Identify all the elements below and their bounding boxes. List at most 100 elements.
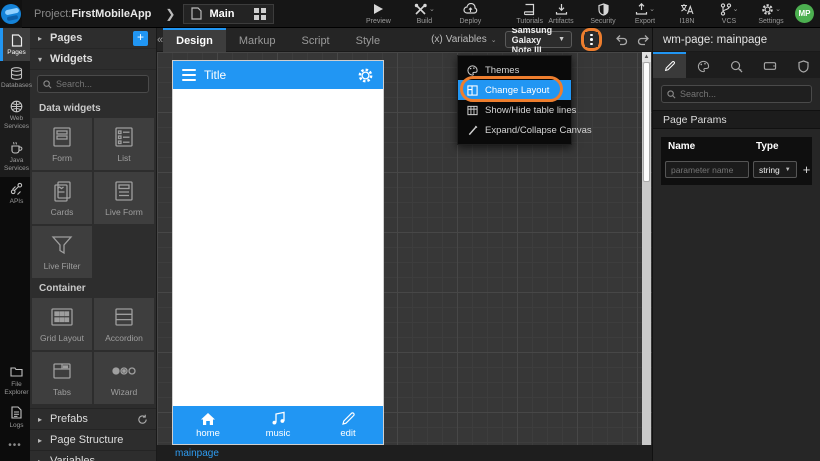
play-icon	[373, 2, 384, 16]
phone-preview[interactable]: Title home music edit	[172, 60, 384, 445]
expand-arrow-icon: ▾	[38, 55, 50, 64]
widget-tile-cards[interactable]: Cards	[32, 172, 92, 224]
widget-tile-wizard[interactable]: Wizard	[94, 352, 154, 404]
add-param-button[interactable]: +	[803, 162, 811, 177]
tab-markup[interactable]: Markup	[226, 28, 289, 52]
preview-button[interactable]: Preview	[360, 2, 396, 25]
more-options-icon[interactable]: •••	[0, 434, 30, 457]
tab-style[interactable]: Style	[343, 28, 393, 52]
deploy-button[interactable]: Deploy	[452, 2, 488, 25]
cloud-upload-icon	[463, 2, 478, 16]
rail-item-pages[interactable]: Pages	[0, 28, 30, 61]
table-lines-icon	[467, 105, 478, 116]
settings-button[interactable]: ⌄ Settings	[753, 2, 789, 25]
properties-search-input[interactable]	[680, 89, 800, 99]
redo-icon[interactable]	[637, 34, 651, 46]
kebab-menu-annotation	[581, 28, 602, 51]
phone-title: Title	[204, 68, 349, 82]
tab-device[interactable]	[753, 52, 786, 78]
rail-item-databases[interactable]: Databases	[0, 61, 30, 94]
rail-item-java-services[interactable]: Java Services	[0, 136, 30, 177]
tutorials-button[interactable]: Tutorials	[516, 2, 543, 25]
database-icon	[10, 66, 23, 80]
widget-tile-grid-layout[interactable]: Grid Layout	[32, 298, 92, 350]
properties-tabs	[653, 52, 820, 78]
menu-item-change-layout[interactable]: Change Layout	[458, 80, 571, 100]
group-title-data-widgets: Data widgets	[30, 98, 156, 118]
build-button[interactable]: ⌄ Build	[406, 2, 442, 25]
canvas-area: « Design Markup Script Style (x) Variabl…	[157, 28, 652, 461]
widgets-panel: ▸ Pages + ▾ Widgets Data widgets Form Li…	[30, 28, 157, 461]
more-menu-button[interactable]	[585, 32, 598, 47]
widget-tile-live-filter[interactable]: Live Filter	[32, 226, 92, 278]
chevron-down-icon: ⌄	[775, 5, 781, 13]
page-icon	[191, 7, 202, 20]
param-type-select[interactable]: string ▼	[753, 161, 797, 178]
widget-tile-form[interactable]: Form	[32, 118, 92, 170]
menu-item-expand-canvas[interactable]: Expand/Collapse Canvas	[458, 120, 571, 140]
accordion-icon	[112, 305, 136, 329]
widget-tile-accordion[interactable]: Accordion	[94, 298, 154, 350]
tab-events[interactable]	[720, 52, 753, 78]
artifacts-button[interactable]: Artifacts	[543, 2, 579, 25]
tabbar-item-music[interactable]: music	[243, 406, 313, 444]
pages-section-header[interactable]: ▸ Pages +	[30, 28, 156, 49]
caret-down-icon: ▼	[785, 167, 791, 173]
home-icon	[200, 412, 216, 426]
grid-icon[interactable]	[254, 8, 266, 20]
tab-design[interactable]: Design	[163, 28, 226, 52]
variables-dropdown[interactable]: (x) Variables ⌄	[431, 34, 497, 45]
i18n-button[interactable]: I18N	[669, 2, 705, 25]
translate-icon	[680, 2, 694, 16]
canvas-options-menu: Themes Change Layout Show/Hide table lin…	[457, 55, 572, 145]
device-selector[interactable]: Samsung Galaxy Note III ▼	[505, 31, 572, 48]
menu-item-table-lines[interactable]: Show/Hide table lines	[458, 100, 571, 120]
refresh-icon[interactable]	[137, 414, 148, 425]
properties-panel: wm-page: mainpage Page Params	[652, 28, 820, 461]
rail-item-file-explorer[interactable]: File Explorer	[0, 360, 30, 401]
tab-security[interactable]	[787, 52, 820, 78]
widget-tile-live-form[interactable]: Live Form	[94, 172, 154, 224]
security-button[interactable]: Security	[585, 2, 621, 25]
gear-icon[interactable]	[357, 67, 374, 84]
section-variables[interactable]: ▸ Variables	[30, 451, 156, 461]
user-avatar[interactable]: MP	[795, 4, 814, 23]
scroll-up-icon[interactable]: ▲	[642, 52, 651, 62]
undo-icon[interactable]	[614, 34, 628, 46]
widget-tile-list[interactable]: List	[94, 118, 154, 170]
coffee-icon	[10, 141, 23, 155]
menu-item-themes[interactable]: Themes	[458, 60, 571, 80]
phone-tabbar: home music edit	[173, 406, 383, 444]
page-tab-mainpage[interactable]: mainpage	[175, 448, 219, 459]
rail-item-logs[interactable]: Logs	[0, 401, 30, 434]
change-layout-icon	[467, 85, 478, 96]
tabbar-item-home[interactable]: home	[173, 406, 243, 444]
design-canvas[interactable]: Title home music edit	[157, 52, 652, 445]
log-file-icon	[11, 406, 22, 420]
widgets-section-header[interactable]: ▾ Widgets	[30, 49, 156, 70]
canvas-scrollbar[interactable]: ▲	[642, 52, 651, 445]
list-icon	[112, 125, 136, 149]
tabbar-item-edit[interactable]: edit	[313, 406, 383, 444]
canvas-footer: mainpage	[157, 445, 652, 461]
wavemaker-logo[interactable]	[0, 0, 22, 28]
hamburger-menu-icon[interactable]	[182, 69, 196, 82]
export-button[interactable]: ⌄ Export	[627, 2, 663, 25]
tab-styles[interactable]	[686, 52, 719, 78]
phone-header[interactable]: Title	[173, 61, 383, 89]
rail-item-web-services[interactable]: Web Services	[0, 94, 30, 135]
download-icon	[555, 2, 568, 16]
scrollbar-thumb[interactable]	[643, 62, 650, 182]
tab-properties[interactable]	[653, 52, 686, 78]
widget-tile-tabs[interactable]: Tabs	[32, 352, 92, 404]
page-selector[interactable]: Main	[183, 4, 274, 24]
widget-search-input[interactable]	[56, 79, 141, 89]
rail-item-apis[interactable]: APIs	[0, 177, 30, 210]
param-name-input[interactable]	[665, 161, 749, 178]
add-page-button[interactable]: +	[133, 31, 148, 46]
vcs-button[interactable]: ⌄ VCS	[711, 2, 747, 25]
section-page-structure[interactable]: ▸ Page Structure	[30, 430, 156, 451]
phone-content[interactable]	[173, 89, 383, 406]
section-prefabs[interactable]: ▸ Prefabs	[30, 409, 156, 430]
tab-script[interactable]: Script	[289, 28, 343, 52]
